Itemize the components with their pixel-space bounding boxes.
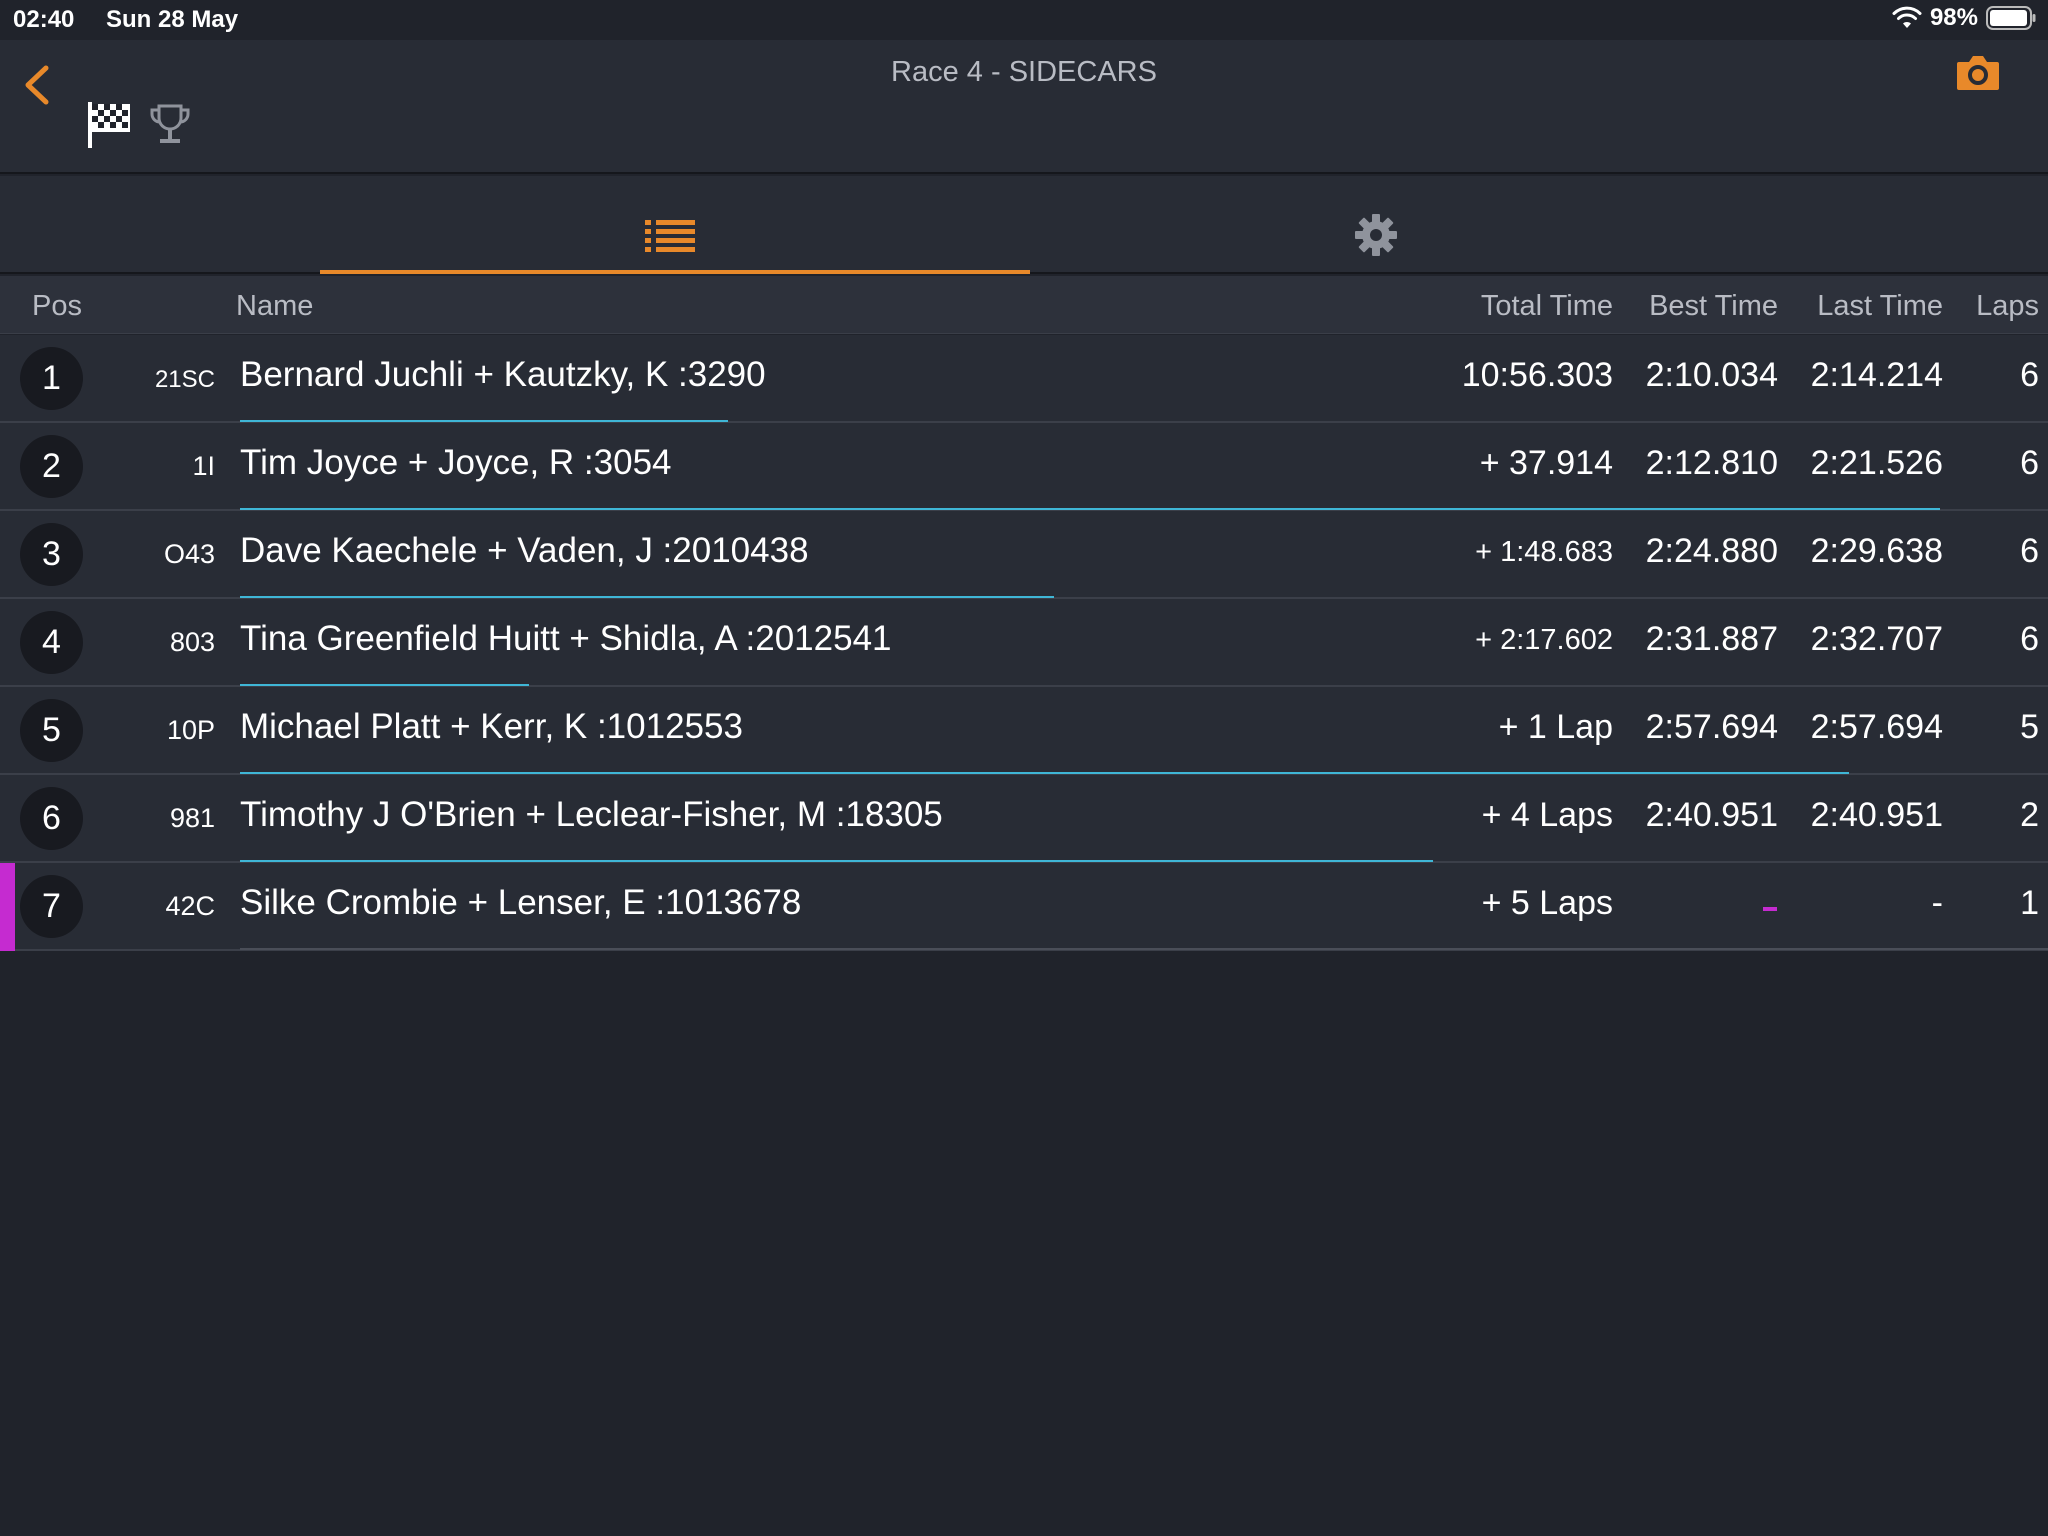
race-number: 803 <box>169 627 215 657</box>
status-date: Sun 28 May <box>106 6 239 33</box>
laps: 6 <box>2020 532 2039 570</box>
table-row[interactable]: 3 O43 Dave Kaechele + Vaden, J :2010438 … <box>0 511 2048 599</box>
table-row[interactable]: 4 803 Tina Greenfield Huitt + Shidla, A … <box>0 599 2048 687</box>
table-header: Pos Name Total Time Best Time Last Time … <box>0 276 2048 334</box>
header-pos[interactable]: Pos <box>32 290 82 323</box>
list-icon <box>645 220 695 252</box>
race-number: O43 <box>163 539 215 569</box>
race-number: 1I <box>192 451 215 481</box>
total-time: + 1 Lap <box>1498 708 1613 746</box>
camera-icon[interactable] <box>1955 52 2001 92</box>
table-row[interactable]: 5 10P Michael Platt + Kerr, K :1012553 +… <box>0 687 2048 775</box>
table-row[interactable]: 6 981 Timothy J O'Brien + Leclear-Fisher… <box>0 775 2048 863</box>
best-time: 2:31.887 <box>1645 620 1778 658</box>
position-badge: 7 <box>20 875 83 938</box>
last-time: 2:32.707 <box>1810 620 1943 658</box>
progress-bar <box>240 860 1433 862</box>
total-time: + 5 Laps <box>1481 884 1613 922</box>
competitor-name: Dave Kaechele + Vaden, J :2010438 <box>240 531 809 570</box>
header-total-time[interactable]: Total Time <box>1481 290 1613 323</box>
position-badge: 4 <box>20 611 83 674</box>
last-time: 2:14.214 <box>1810 356 1943 394</box>
table-row[interactable]: 1 21SC Bernard Juchli + Kautzky, K :3290… <box>0 335 2048 423</box>
gear-icon <box>1355 214 1397 256</box>
total-time: 10:56.303 <box>1461 356 1613 394</box>
status-bar: 02:40 Sun 28 May 98% <box>0 0 2048 40</box>
laps: 5 <box>2020 708 2039 746</box>
progress-bar <box>240 684 529 686</box>
results-table: 1 21SC Bernard Juchli + Kautzky, K :3290… <box>0 335 2048 951</box>
race-number: 21SC <box>154 366 215 393</box>
total-time: + 37.914 <box>1479 444 1613 482</box>
race-number: 981 <box>169 803 215 833</box>
competitor-name: Bernard Juchli + Kautzky, K :3290 <box>240 355 766 394</box>
race-number: 10P <box>166 715 215 745</box>
last-time: 2:21.526 <box>1810 444 1943 482</box>
status-time: 02:40 <box>13 6 75 33</box>
status-right: 98% <box>1892 4 2036 32</box>
progress-bar <box>240 772 1849 774</box>
tab-settings[interactable] <box>1020 176 1730 274</box>
competitor-name: Silke Crombie + Lenser, E :1013678 <box>240 883 802 922</box>
laps: 1 <box>2020 884 2039 922</box>
race-number: 42C <box>165 891 215 921</box>
tab-bar <box>0 176 2048 274</box>
position-badge: 2 <box>20 435 83 498</box>
tab-list[interactable] <box>320 176 1030 274</box>
competitor-name: Tina Greenfield Huitt + Shidla, A :20125… <box>240 619 892 658</box>
competitor-name: Michael Platt + Kerr, K :1012553 <box>240 707 743 746</box>
header-laps[interactable]: Laps <box>1976 290 2039 323</box>
position-badge: 1 <box>20 347 83 410</box>
checkered-flag-icon[interactable] <box>86 100 132 150</box>
competitor-name: Tim Joyce + Joyce, R :3054 <box>240 443 672 482</box>
position-badge: 5 <box>20 699 83 762</box>
total-time: + 2:17.602 <box>1475 624 1613 656</box>
progress-bar <box>240 596 1054 598</box>
last-time: 2:40.951 <box>1810 796 1943 834</box>
progress-bar <box>240 420 728 422</box>
battery-percent: 98% <box>1929 4 1978 31</box>
last-time: - <box>1931 884 1943 922</box>
laps: 2 <box>2020 796 2039 834</box>
table-row[interactable]: 2 1I Tim Joyce + Joyce, R :3054 + 37.914… <box>0 423 2048 511</box>
nav-bar: Race 4 - SIDECARS <box>0 40 2048 174</box>
position-badge: 3 <box>20 523 83 586</box>
best-time: 2:10.034 <box>1645 356 1778 394</box>
progress-bar <box>240 948 2048 950</box>
competitor-name: Timothy J O'Brien + Leclear-Fisher, M :1… <box>240 795 943 834</box>
total-time: + 1:48.683 <box>1475 536 1613 568</box>
laps: 6 <box>2020 620 2039 658</box>
highlight-marker <box>0 863 15 951</box>
best-time: 2:40.951 <box>1645 796 1778 834</box>
last-time: 2:29.638 <box>1810 532 1943 570</box>
header-last-time[interactable]: Last Time <box>1817 290 1943 323</box>
laps: 6 <box>2020 444 2039 482</box>
table-row[interactable]: 7 42C Silke Crombie + Lenser, E :1013678… <box>0 863 2048 951</box>
laps: 6 <box>2020 356 2039 394</box>
trophy-icon[interactable] <box>148 102 192 150</box>
position-badge: 6 <box>20 787 83 850</box>
best-time-dash <box>1763 907 1777 911</box>
last-time: 2:57.694 <box>1810 708 1943 746</box>
total-time: + 4 Laps <box>1481 796 1613 834</box>
header-best-time[interactable]: Best Time <box>1649 290 1778 323</box>
progress-bar <box>240 508 1940 510</box>
battery-icon <box>1986 6 2036 30</box>
header-name[interactable]: Name <box>236 290 313 323</box>
best-time: 2:24.880 <box>1645 532 1778 570</box>
best-time: 2:12.810 <box>1645 444 1778 482</box>
best-time: 2:57.694 <box>1645 708 1778 746</box>
wifi-icon <box>1892 6 1922 28</box>
page-title: Race 4 - SIDECARS <box>891 56 1157 88</box>
